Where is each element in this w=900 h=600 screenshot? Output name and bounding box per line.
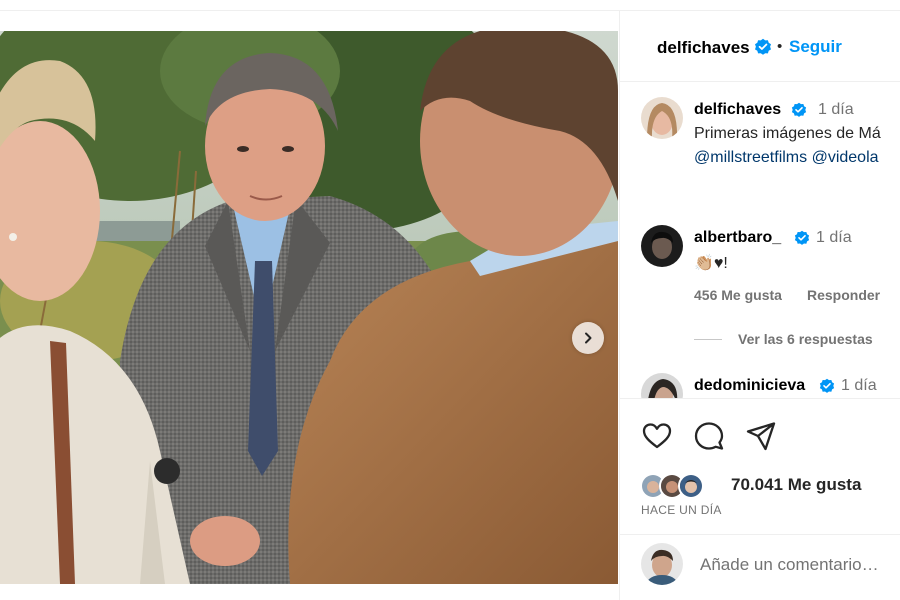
carousel-next-button[interactable]	[572, 322, 604, 354]
caption-text: Primeras imágenes de Má	[694, 125, 881, 142]
verified-badge-icon	[791, 102, 807, 117]
comment-avatar[interactable]	[641, 373, 683, 398]
post-image[interactable]	[0, 31, 618, 584]
follow-button[interactable]: Seguir	[789, 37, 842, 57]
header-separator: •	[777, 38, 783, 55]
top-strip	[0, 0, 900, 11]
comment-username[interactable]: albertbaro_	[694, 229, 781, 247]
comment-likes[interactable]: 456 Me gusta	[694, 287, 782, 303]
likes-count[interactable]: 70.041 Me gusta	[731, 475, 861, 495]
heart-icon[interactable]	[641, 420, 673, 452]
comment-composer	[620, 534, 900, 600]
comment-username[interactable]: dedominicieva	[694, 377, 805, 395]
post-header: delfichaves • Seguir	[620, 11, 900, 82]
comment-time[interactable]: 1 día	[816, 229, 852, 247]
author-username[interactable]: delfichaves	[657, 38, 750, 58]
post-photo-illustration	[0, 31, 618, 584]
comment-time[interactable]: 1 día	[841, 377, 877, 395]
chevron-right-icon	[585, 332, 592, 344]
caption-author-avatar[interactable]	[641, 97, 683, 139]
post-actions: 70.041 Me gusta HACE UN DÍA	[620, 398, 900, 534]
replies-divider	[694, 339, 722, 340]
caption-mentions[interactable]: @millstreetfilms @videola	[694, 149, 879, 167]
post-side-panel: delfichaves • Seguir delfichaves 1 día P…	[619, 11, 900, 600]
comments-section[interactable]: delfichaves 1 día Primeras imágenes de M…	[620, 83, 900, 398]
liker-avatar	[678, 473, 704, 499]
comment-text: 👏🏼♥!	[694, 255, 728, 272]
reply-button[interactable]: Responder	[807, 287, 880, 303]
share-icon[interactable]	[745, 420, 777, 452]
verified-badge-icon	[755, 38, 771, 55]
comment-icon[interactable]	[693, 420, 725, 452]
avatar-image	[641, 97, 683, 139]
view-replies-button[interactable]: Ver las 6 respuestas	[738, 331, 873, 347]
avatar-image	[641, 225, 683, 267]
caption-username[interactable]: delfichaves	[694, 101, 781, 119]
post-timestamp[interactable]: HACE UN DÍA	[641, 503, 722, 517]
comment-avatar[interactable]	[641, 225, 683, 267]
verified-badge-icon	[794, 230, 810, 245]
verified-badge-icon	[819, 378, 835, 393]
comment-input[interactable]	[700, 552, 900, 578]
caption-time[interactable]: 1 día	[818, 101, 854, 119]
current-user-avatar	[641, 543, 683, 585]
avatar-image	[641, 373, 683, 398]
